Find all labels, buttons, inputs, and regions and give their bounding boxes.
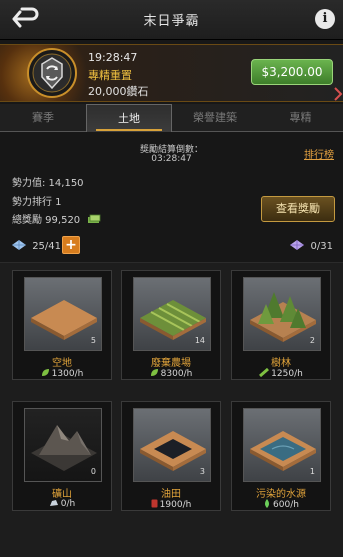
land-count: 0: [90, 467, 96, 476]
special-slots-text: 0/31: [310, 241, 333, 252]
land-card-empty[interactable]: 5 空地 1300/h: [12, 270, 112, 380]
total-reward-stat: 總獎勵 99,520: [12, 211, 101, 226]
land-name: 空地: [52, 358, 72, 369]
land-rate: 1300/h: [13, 368, 111, 379]
land-count: 5: [90, 336, 96, 345]
total-reward-text: 總獎勵 99,520: [12, 215, 81, 226]
tab-specialization[interactable]: 專精: [258, 104, 343, 132]
crystal-icon: [12, 240, 26, 250]
chevron-right-icon[interactable]: [333, 87, 343, 101]
buy-button[interactable]: $3,200.00: [251, 59, 333, 85]
banner-reward: 20,000鑽石: [88, 85, 149, 98]
countdown-timer: 03:28:47: [151, 154, 192, 164]
land-rate-text: 0/h: [60, 499, 76, 509]
purple-crystal-icon: [290, 240, 305, 250]
leaf-icon: [150, 369, 158, 376]
land-rate-text: 1300/h: [51, 369, 84, 379]
top-bar: 末日爭霸 i: [0, 0, 343, 40]
land-rate-text: 600/h: [273, 500, 299, 510]
info-button[interactable]: i: [315, 9, 335, 29]
land-slots-text: 25/41: [32, 241, 62, 252]
land-rate: 8300/h: [122, 368, 220, 379]
leaf-icon: [41, 369, 49, 376]
land-card-mine[interactable]: 0 礦山 0/h: [12, 401, 112, 511]
active-tab-indicator: [96, 129, 162, 131]
land-card-polluted-water[interactable]: 1 污染的水源 600/h: [231, 401, 331, 511]
power-stat: 勢力值: 14,150: [12, 178, 84, 189]
land-card-farm[interactable]: 14 廢棄農場 8300/h: [121, 270, 221, 380]
page-title: 末日爭霸: [143, 14, 200, 29]
view-rewards-button[interactable]: 查看獎勵: [261, 196, 335, 222]
wood-icon: [259, 367, 270, 378]
land-count: 1: [309, 467, 315, 476]
cash-icon: [88, 214, 101, 223]
stone-icon: [49, 500, 58, 506]
land-name: 廢棄農場: [151, 358, 191, 369]
land-card-oilfield[interactable]: 3 油田 1900/h: [121, 401, 221, 511]
land-rate-text: 1250/h: [271, 369, 303, 379]
water-drop-icon: [265, 499, 270, 508]
tab-bar: 賽季 土地 榮譽建築 專精: [0, 104, 343, 132]
land-rate-text: 1900/h: [159, 500, 192, 510]
land-count: 14: [194, 336, 205, 345]
leaderboard-link[interactable]: 排行榜: [304, 146, 334, 161]
land-rate: 1250/h: [232, 367, 330, 379]
banner-timer: 19:28:47: [88, 51, 138, 64]
land-card-forest[interactable]: 2 樹林 1250/h: [231, 270, 331, 380]
land-name: 油田: [161, 489, 181, 500]
rank-stat: 勢力排行 1: [12, 197, 62, 208]
add-slot-button[interactable]: +: [62, 236, 80, 254]
reset-emblem-icon: [27, 48, 77, 98]
land-grid: 5 空地 1300/h 14 廢棄農場 8300/h 2 樹林 1250/h 0…: [0, 262, 343, 557]
land-name: 礦山: [52, 489, 72, 500]
banner-subtitle: 專精重置: [88, 69, 132, 82]
tab-season[interactable]: 賽季: [0, 104, 86, 132]
land-rate-text: 8300/h: [160, 369, 193, 379]
oil-barrel-icon: [151, 499, 158, 508]
land-rate: 0/h: [13, 499, 111, 509]
banner-pager: [164, 95, 188, 101]
special-slots-counter: 0/31: [290, 240, 333, 252]
land-slots-counter: 25/41: [12, 240, 61, 252]
land-rate: 1900/h: [122, 499, 220, 510]
land-name: 污染的水源: [256, 489, 306, 500]
land-count: 2: [309, 336, 315, 345]
tab-land[interactable]: 土地: [86, 104, 172, 132]
tab-honor-buildings[interactable]: 榮譽建築: [172, 104, 258, 132]
promo-banner[interactable]: 19:28:47 專精重置 20,000鑽石 $3,200.00: [0, 44, 343, 102]
land-count: 3: [199, 467, 205, 476]
land-rate: 600/h: [232, 499, 330, 510]
land-name: 樹林: [271, 358, 291, 369]
